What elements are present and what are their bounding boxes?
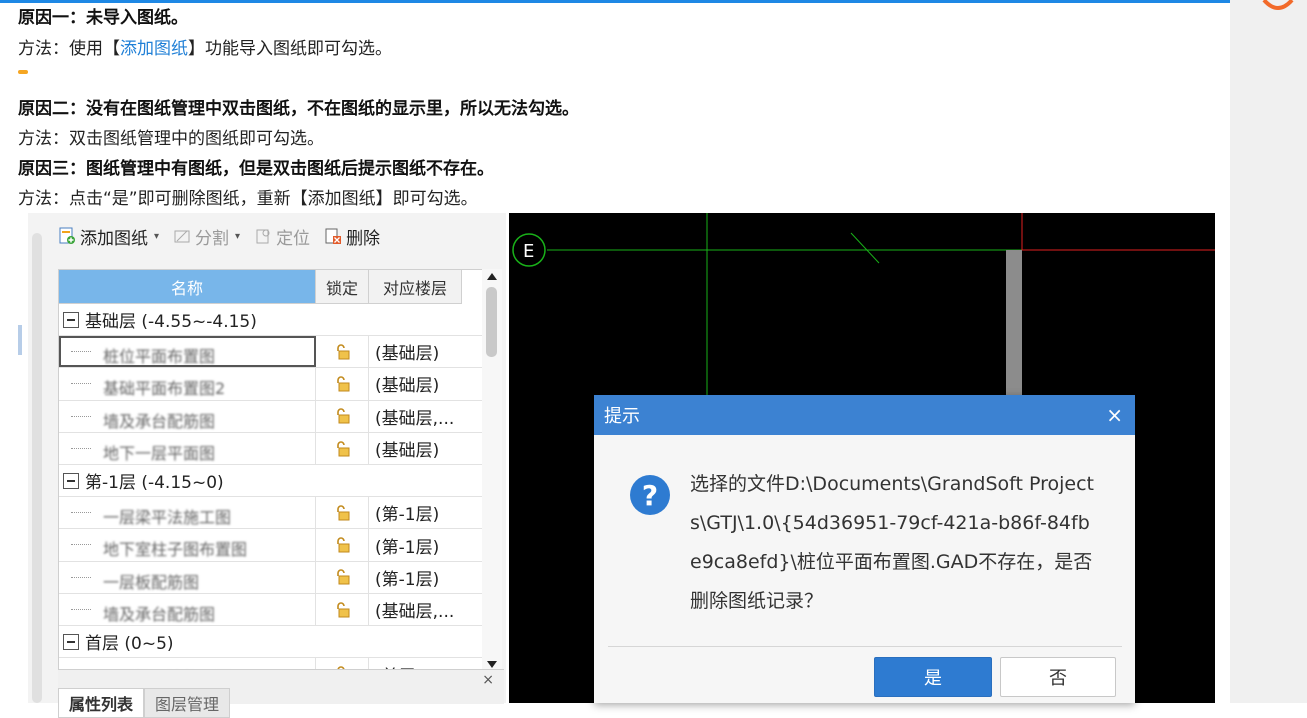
unlock-icon — [337, 408, 350, 424]
scroll-up-icon[interactable] — [487, 273, 497, 280]
chevron-down-icon[interactable]: ▾ — [235, 231, 240, 242]
group-row[interactable]: 基础层 (-4.55~-4.15) — [59, 304, 489, 336]
delete-button[interactable]: 删除 — [324, 224, 380, 249]
floor-cell[interactable]: (基础层,... — [369, 401, 467, 432]
table-row[interactable]: 地下室柱子图布置图 (第-1层) — [59, 529, 489, 562]
unlock-icon — [337, 343, 350, 360]
drawing-name-cell[interactable]: 桩位平面布置图 — [59, 336, 316, 368]
properties-tabs: 属性列表 图层管理 — [58, 688, 231, 718]
drawing-list-table: 名称 锁定 对应楼层 基础层 (-4.55~-4.15) 桩位平面布置图 (基础… — [58, 269, 490, 675]
column-header-lock[interactable]: 锁定 — [316, 270, 369, 304]
tab-properties[interactable]: 属性列表 — [58, 688, 145, 718]
table-row[interactable]: 地下一层平面图 (基础层) — [59, 432, 489, 466]
drawing-name-cell[interactable]: 一层梁平法施工图 — [59, 497, 316, 529]
top-accent-bar — [0, 0, 1307, 3]
method-2: 方法：双击图纸管理中的图纸即可勾选。 — [18, 129, 324, 149]
table-row[interactable]: 基础平面布置图2 (基础层) — [59, 368, 489, 401]
floor-cell[interactable]: (基础层) — [369, 368, 467, 399]
unlock-icon — [337, 505, 350, 521]
unlock-icon — [337, 537, 350, 553]
collapse-icon[interactable] — [63, 633, 79, 650]
scroll-down-icon[interactable] — [487, 661, 497, 668]
add-drawing-link[interactable]: 添加图纸 — [120, 39, 188, 59]
table-row[interactable]: 墙及承台配筋图 (基础层,... — [59, 594, 489, 627]
table-scrollbar[interactable] — [482, 269, 502, 673]
chevron-down-icon[interactable]: ▾ — [154, 231, 159, 242]
column-header-floor[interactable]: 对应楼层 — [369, 270, 462, 304]
drawing-toolbar: 添加图纸 ▾ 分割 ▾ 定位 删除 — [58, 221, 394, 251]
dialog-divider — [608, 646, 1122, 647]
unlock-icon — [337, 376, 350, 392]
unlock-icon — [337, 601, 350, 618]
drawing-name-cell[interactable]: 墙及承台配筋图 — [59, 400, 316, 432]
panel-scrollbar[interactable] — [32, 233, 42, 703]
floor-cell[interactable]: (基础层) — [369, 336, 467, 367]
lock-cell[interactable] — [316, 336, 369, 368]
lock-cell[interactable] — [316, 561, 369, 594]
no-button[interactable]: 否 — [1000, 657, 1116, 697]
table-row[interactable]: 一层梁平法施工图 (第-1层) — [59, 497, 489, 530]
prompt-dialog: 提示 × ? 选择的文件D:\Documents\GrandSoft Proje… — [594, 395, 1135, 703]
group-row[interactable]: 首层 (0~5) — [59, 626, 489, 659]
yes-button[interactable]: 是 — [874, 657, 992, 697]
column-header-name[interactable]: 名称 — [59, 270, 316, 304]
floor-cell[interactable]: (基础层,... — [369, 594, 467, 625]
lock-cell[interactable] — [316, 400, 369, 432]
drawing-name-cell[interactable]: 一层板配筋图 — [59, 561, 316, 594]
right-gutter — [1230, 0, 1307, 703]
table-row[interactable]: 桩位平面布置图 (基础层) — [59, 336, 489, 369]
selection-indicator — [18, 325, 22, 355]
lock-cell[interactable] — [316, 497, 369, 529]
dialog-message: 选择的文件D:\Documents\GrandSoft Projects\GTJ… — [690, 473, 1094, 612]
drawing-name-cell[interactable]: 地下一层平面图 — [59, 432, 316, 465]
scroll-thumb[interactable] — [486, 287, 497, 357]
lock-cell[interactable] — [316, 594, 369, 626]
floor-cell[interactable]: (第-1层) — [369, 497, 467, 528]
question-icon: ? — [630, 475, 670, 515]
add-drawing-button[interactable]: 添加图纸 ▾ — [58, 224, 159, 249]
group-row[interactable]: 第-1层 (-4.15~0) — [59, 465, 489, 498]
split-button[interactable]: 分割 ▾ — [173, 224, 240, 249]
lock-cell[interactable] — [316, 432, 369, 465]
orange-marker — [18, 70, 28, 74]
dialog-titlebar: 提示 × — [594, 395, 1135, 435]
table-row[interactable]: 墙及承台配筋图 (基础层,... — [59, 400, 489, 433]
locate-button[interactable]: 定位 — [254, 224, 310, 249]
unlock-icon — [337, 440, 350, 457]
table-row[interactable]: 一层板配筋图 (第-1层) — [59, 561, 489, 595]
table-header: 名称 锁定 对应楼层 — [59, 270, 489, 304]
reason-2-title: 原因二：没有在图纸管理中双击图纸，不在图纸的显示里，所以无法勾选。 — [18, 99, 579, 119]
split-icon — [174, 230, 190, 243]
drawing-name-cell[interactable]: 墙及承台配筋图 — [59, 594, 316, 626]
unlock-icon — [337, 569, 350, 585]
method-1: 方法：使用【添加图纸】功能导入图纸即可勾选。 — [18, 39, 392, 59]
dialog-body: ? 选择的文件D:\Documents\GrandSoft Projects\G… — [594, 435, 1135, 645]
close-icon[interactable]: × — [482, 672, 494, 688]
brand-logo-icon — [1262, 0, 1294, 10]
reason-1-title: 原因一：未导入图纸。 — [18, 8, 188, 28]
floor-cell[interactable]: (第-1层) — [369, 562, 467, 593]
column-wall — [1006, 250, 1022, 396]
properties-panel: × 属性列表 图层管理 — [58, 669, 504, 718]
collapse-icon[interactable] — [63, 311, 79, 328]
floor-cell[interactable]: (基础层) — [369, 433, 467, 464]
axis-label: E — [523, 241, 534, 262]
tab-layers[interactable]: 图层管理 — [144, 688, 231, 718]
reason-3-title: 原因三：图纸管理中有图纸，但是双击图纸后提示图纸不存在。 — [18, 159, 494, 179]
locate-icon — [256, 229, 270, 244]
lock-cell[interactable] — [316, 368, 369, 400]
add-drawing-icon — [59, 227, 75, 244]
diagonal-mark — [850, 232, 880, 264]
drawing-manager-panel: 添加图纸 ▾ 分割 ▾ 定位 删除 名称 锁定 对应楼层 基础层 (-4.55~… — [18, 213, 506, 718]
close-icon[interactable]: × — [1106, 403, 1123, 427]
drawing-name-cell[interactable]: 基础平面布置图2 — [59, 368, 316, 400]
lock-cell[interactable] — [316, 529, 369, 561]
method-3: 方法：点击“是”即可删除图纸，重新【添加图纸】即可勾选。 — [18, 189, 478, 209]
drawing-name-cell[interactable]: 地下室柱子图布置图 — [59, 529, 316, 561]
dialog-title: 提示 — [604, 406, 640, 427]
delete-icon — [325, 228, 342, 244]
collapse-icon[interactable] — [63, 472, 79, 489]
floor-cell[interactable]: (第-1层) — [369, 529, 467, 560]
